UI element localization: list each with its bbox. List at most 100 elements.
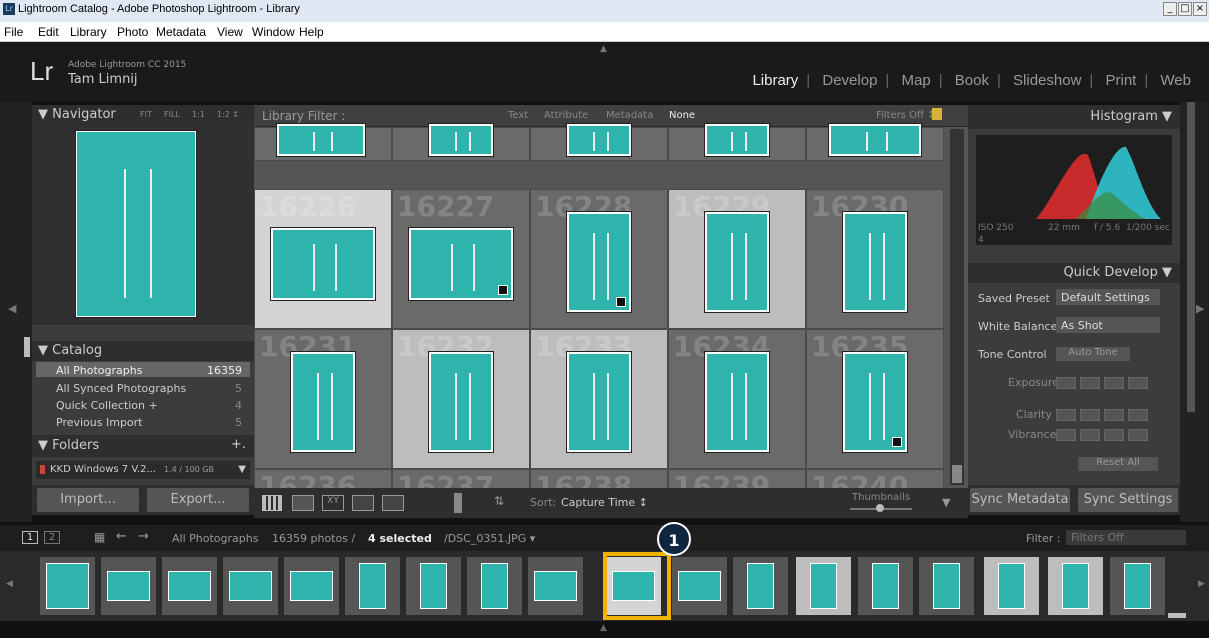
grid-cell[interactable] [668,123,806,161]
filmstrip-left-arrow-icon[interactable]: ◀ [6,579,13,589]
filmstrip-thumb[interactable] [528,557,583,615]
menu-window[interactable]: Window [252,25,295,39]
histogram-graph[interactable]: ISO 250 22 mm f / 5.6 1/200 sec 4 [976,135,1172,245]
spray-can-icon[interactable] [454,493,462,513]
grid-cell[interactable]: 16235 [806,329,944,469]
clarity-up-large[interactable] [1128,409,1148,421]
folders-header[interactable]: ▼ Folders +. [32,435,254,457]
menu-help[interactable]: Help [299,25,324,39]
module-map[interactable]: Map [902,72,931,89]
filmstrip-thumb[interactable] [162,557,217,615]
sort-select[interactable]: Capture Time ↕ [561,496,648,509]
filmstrip-thumb-selected[interactable] [796,557,851,615]
vibrance-up-small[interactable] [1104,429,1124,441]
grid-cell[interactable]: 16240 [806,469,944,503]
navigator-preview[interactable] [32,125,254,325]
sync-metadata-button[interactable]: Sync Metadata [970,488,1070,512]
grid-cell[interactable]: 16228 [530,189,668,329]
exposure-down-large[interactable] [1056,377,1076,389]
compare-view-icon[interactable]: XY [322,495,344,511]
grid-cell[interactable]: 16237 [392,469,530,503]
filter-tab-metadata[interactable]: Metadata [606,110,653,121]
import-button[interactable]: Import... [37,488,139,512]
catalog-header[interactable]: ▼ Catalog [32,341,254,361]
right-panel-toggle-icon[interactable]: ▶ [1196,302,1204,315]
maximize-button[interactable]: □ [1178,2,1192,16]
menu-edit[interactable]: Edit [38,25,59,39]
exposure-up-large[interactable] [1128,377,1148,389]
navigator-header[interactable]: ▼ Navigator FIT FILL 1:1 1:2 ↕ [32,105,254,125]
menu-metadata[interactable]: Metadata [156,25,206,39]
filmstrip-right-arrow-icon[interactable]: ▶ [1198,579,1205,589]
filmstrip-thumb[interactable] [101,557,156,615]
add-folder-button[interactable]: +. [231,437,246,452]
left-scroll-thumb[interactable] [24,337,30,357]
grid-cell[interactable] [530,123,668,161]
zoom-fit[interactable]: FIT [140,110,152,119]
module-print[interactable]: Print [1106,72,1137,89]
filmstrip-thumb[interactable] [284,557,339,615]
grid-cell[interactable]: 16238 [530,469,668,503]
current-file[interactable]: /DSC_0351.JPG ▾ [444,532,535,545]
filmstrip-thumb[interactable] [1110,557,1165,615]
clarity-up-small[interactable] [1104,409,1124,421]
catalog-item-quick-collection[interactable]: Quick Collection + 4 [36,397,250,412]
histogram-header[interactable]: Histogram ▼ [968,105,1180,129]
grid-scroll-thumb[interactable] [952,465,962,483]
zoom-1-1[interactable]: 1:1 [192,110,205,119]
grid-cell[interactable]: 16231 [254,329,392,469]
grid-view-shortcut-icon[interactable]: ▦ [94,530,105,544]
filters-off-select[interactable]: Filters Off ↕ [876,110,935,121]
grid-cell[interactable] [392,123,530,161]
back-arrow-icon[interactable]: ← [116,529,127,544]
sync-settings-button[interactable]: Sync Settings [1078,488,1178,512]
exposure-up-small[interactable] [1104,377,1124,389]
filmstrip-thumb-selected[interactable] [1048,557,1103,615]
filmstrip-thumb[interactable] [345,557,400,615]
exposure-down-small[interactable] [1080,377,1100,389]
catalog-item-all-photographs[interactable]: All Photographs 16359 [36,362,250,377]
grid-cell[interactable]: 16236 [254,469,392,503]
top-panel-toggle-icon[interactable]: ▲ [600,44,607,54]
zoom-fill[interactable]: FILL [164,110,180,119]
filter-tab-text[interactable]: Text [508,110,528,121]
source-label[interactable]: All Photographs [172,532,258,545]
menu-file[interactable]: File [4,25,23,39]
clarity-down-large[interactable] [1056,409,1076,421]
filmstrip-thumb[interactable] [858,557,913,615]
filmstrip-thumb[interactable] [223,557,278,615]
filter-tab-none[interactable]: None [669,110,695,121]
grid-cell-selected[interactable]: 16233 [530,329,668,469]
grid-scrollbar[interactable] [950,129,964,485]
close-button[interactable]: × [1193,2,1207,16]
module-book[interactable]: Book [955,72,989,89]
grid-cell[interactable] [806,123,944,161]
filter-tab-attribute[interactable]: Attribute [544,110,588,121]
loupe-view-icon[interactable] [292,495,314,511]
vibrance-down-large[interactable] [1056,429,1076,441]
auto-tone-button[interactable]: Auto Tone [1056,347,1130,361]
catalog-item-synced[interactable]: All Synced Photographs 5 [36,380,250,395]
module-library[interactable]: Library [752,72,798,89]
sort-direction-icon[interactable]: ⇅ [494,494,504,508]
left-panel-toggle-icon[interactable]: ◀ [8,302,16,315]
export-button[interactable]: Export... [147,488,249,512]
filmstrip-thumb[interactable] [467,557,522,615]
filmstrip-scroll-thumb[interactable] [1168,613,1186,618]
clarity-down-small[interactable] [1080,409,1100,421]
filmstrip-thumb[interactable] [672,557,727,615]
module-develop[interactable]: Develop [822,72,877,89]
filmstrip-thumb[interactable] [406,557,461,615]
minimize-button[interactable]: _ [1163,2,1177,16]
main-window-button[interactable]: 1 [22,531,38,544]
lock-icon[interactable] [932,108,942,120]
catalog-item-previous-import[interactable]: Previous Import 5 [36,414,250,429]
grid-cell[interactable]: 16227 [392,189,530,329]
module-slideshow[interactable]: Slideshow [1013,72,1081,89]
grid-cell[interactable] [254,123,392,161]
vibrance-up-large[interactable] [1128,429,1148,441]
reset-all-button[interactable]: Reset All [1078,457,1158,471]
zoom-1-2[interactable]: 1:2 ↕ [217,110,239,119]
survey-view-icon[interactable] [352,495,374,511]
menu-photo[interactable]: Photo [117,25,148,39]
